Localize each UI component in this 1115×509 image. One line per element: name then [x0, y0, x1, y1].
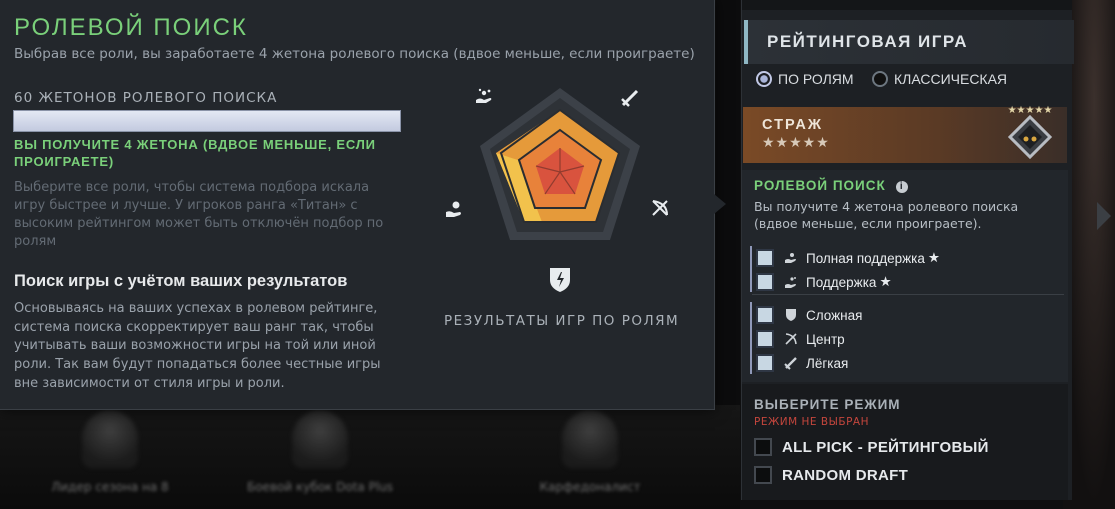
rank-name: СТРАЖ: [762, 117, 823, 133]
section-description: Основываясь на ваших успехах в ролевом р…: [14, 300, 399, 394]
panel-header: РЕЙТИНГОВАЯ ИГРА: [744, 20, 1074, 64]
role-search-title: РОЛЕВОЙ ПОИСК i: [754, 178, 908, 193]
mode-random-draft[interactable]: RANDOM DRAFT: [754, 466, 908, 484]
role-divider: [752, 294, 1064, 295]
section-line: система поиска скорректирует ваш ранг та…: [14, 319, 374, 335]
support-icon: [784, 275, 798, 289]
background-item: Карфедоналист: [500, 410, 680, 509]
mode-title: ВЫБЕРИТЕ РЕЖИМ: [754, 397, 901, 412]
role-search-description: Вы получите 4 жетона ролевого поиска (вд…: [754, 198, 1054, 232]
role-label: Полная поддержка: [806, 250, 925, 266]
background-item-label: Боевой кубок Dota Plus: [246, 480, 394, 494]
carry-sword-icon: [784, 356, 798, 370]
role-radar-chart: [430, 80, 690, 340]
reward-text: ВЫ ПОЛУЧИТЕ 4 ЖЕТОНА (ВДВОЕ МЕНЬШЕ, ЕСЛИ…: [14, 136, 394, 170]
mode-warning: РЕЖИМ НЕ ВЫБРАН: [754, 416, 869, 428]
section-line: учитывать ваши возможности игры на той и…: [14, 338, 376, 354]
star-icon: ★: [879, 274, 892, 289]
section-title: Поиск игры с учётом ваших результатов: [14, 272, 348, 290]
background-item: Лидер сезона на 8: [20, 410, 200, 509]
role-checkbox[interactable]: [756, 330, 774, 348]
role-label: Сложная: [806, 307, 863, 323]
background-item: Боевой кубок Dota Plus: [230, 410, 410, 509]
star-icon: ★: [927, 250, 940, 265]
medal-stars: ★★★★★: [1008, 105, 1053, 116]
hint-line: высоким рейтингом может быть отключён по…: [14, 216, 384, 231]
hint-line: игру быстрее и лучше. У игроков ранга «Т…: [14, 198, 358, 213]
background-item-label: Лидер сезона на 8: [51, 480, 169, 494]
ranked-panel: РЕЙТИНГОВАЯ ИГРА ПО РОЛЯМ КЛАССИЧЕСКАЯ С…: [741, 0, 1074, 500]
role-checkbox[interactable]: [756, 354, 774, 372]
radar-caption: РЕЗУЛЬТАТЫ ИГР ПО РОЛЯМ: [444, 313, 680, 329]
role-label: Центр: [806, 331, 845, 347]
panel-top-strip: [742, 0, 1072, 10]
mode-checkbox[interactable]: [754, 438, 772, 456]
mode-checkbox[interactable]: [754, 466, 772, 484]
section-line: Основываясь на ваших успехах в ролевом р…: [14, 301, 378, 316]
role-support[interactable]: Поддержка ★: [756, 273, 892, 291]
hard-support-hand-icon: [446, 201, 461, 217]
section-line: роли. Так вам будут попадаться более чес…: [14, 357, 381, 373]
role-offlane[interactable]: Сложная: [756, 306, 862, 324]
trophy-icon: [82, 410, 138, 468]
role-desc-line: Вы получите 4 жетона ролевого поиска: [754, 199, 1019, 214]
panel-title: РЕЙТИНГОВАЯ ИГРА: [767, 32, 969, 51]
bow-icon: [652, 200, 668, 216]
info-icon[interactable]: i: [895, 181, 908, 193]
support-hands-icon: [476, 88, 492, 103]
rank-box: СТРАЖ ★★★★★ ★★★★★: [743, 105, 1067, 163]
tooltip-pointer: [714, 194, 726, 214]
mid-bow-icon: [784, 332, 798, 346]
rank-stars: ★★★★★: [762, 135, 830, 151]
hard-support-icon: [784, 251, 798, 265]
trophy-icon: [292, 410, 348, 468]
reward-text-line: ПРОИГРАЕТЕ): [14, 154, 114, 169]
mode-label: RANDOM DRAFT: [782, 466, 909, 484]
role-checkbox[interactable]: [756, 249, 774, 267]
trophy-icon: [562, 410, 618, 468]
role-checkbox[interactable]: [756, 273, 774, 291]
hint-line: Выберите все роли, чтобы система подбора…: [14, 180, 370, 195]
offlane-icon: [784, 308, 798, 322]
role-mid[interactable]: Центр: [756, 330, 845, 348]
tokens-progress-bar: [13, 110, 401, 132]
tokens-label: 60 ЖЕТОНОВ РОЛЕВОГО ПОИСКА: [14, 90, 278, 106]
next-arrow-icon[interactable]: [1097, 202, 1111, 230]
background-item-label: Карфедоналист: [539, 480, 641, 494]
radio-dot[interactable]: [872, 71, 888, 87]
role-label: Поддержка: [806, 274, 877, 290]
role-search-tooltip: РОЛЕВОЙ ПОИСК Выбрав все роли, вы зарабо…: [0, 0, 715, 410]
role-label: Лёгкая: [806, 355, 849, 371]
offlane-shield-icon: [550, 268, 570, 292]
reward-text-line: ВЫ ПОЛУЧИТЕ 4 ЖЕТОНА (ВДВОЕ МЕНЬШЕ, ЕСЛИ: [14, 137, 376, 152]
radio-classic[interactable]: КЛАССИЧЕСКАЯ: [872, 71, 1007, 87]
hint-text: Выберите все роли, чтобы система подбора…: [14, 179, 399, 251]
radio-dot-selected[interactable]: [756, 71, 772, 87]
role-search-title-text: РОЛЕВОЙ ПОИСК: [754, 178, 886, 193]
tooltip-title: РОЛЕВОЙ ПОИСК: [14, 14, 248, 41]
mode-all-pick-ranked[interactable]: ALL PICK - РЕЙТИНГОВЫЙ: [754, 438, 989, 456]
role-hard-support[interactable]: Полная поддержка ★: [756, 249, 940, 267]
section-line: вне зависимости от стиля игры и роли.: [14, 375, 285, 391]
hint-line: ролям: [14, 234, 57, 249]
sword-icon: [621, 89, 639, 107]
radio-by-roles[interactable]: ПО РОЛЯМ: [756, 71, 854, 87]
tooltip-subtitle: Выбрав все роли, вы заработаете 4 жетона…: [14, 46, 695, 62]
role-checkbox[interactable]: [756, 306, 774, 324]
radio-label: КЛАССИЧЕСКАЯ: [894, 71, 1008, 87]
radio-label: ПО РОЛЯМ: [778, 71, 854, 87]
mode-label: ALL PICK - РЕЙТИНГОВЫЙ: [782, 438, 989, 456]
role-search-section: РОЛЕВОЙ ПОИСК i Вы получите 4 жетона роле…: [742, 170, 1068, 382]
rank-medal-icon: ★★★★★: [1000, 103, 1060, 161]
role-carry[interactable]: Лёгкая: [756, 354, 848, 372]
role-desc-line: (вдвое меньше, если проиграете).: [754, 216, 982, 231]
game-mode-section: ВЫБЕРИТЕ РЕЖИМ РЕЖИМ НЕ ВЫБРАН ALL PICK …: [742, 384, 1068, 500]
